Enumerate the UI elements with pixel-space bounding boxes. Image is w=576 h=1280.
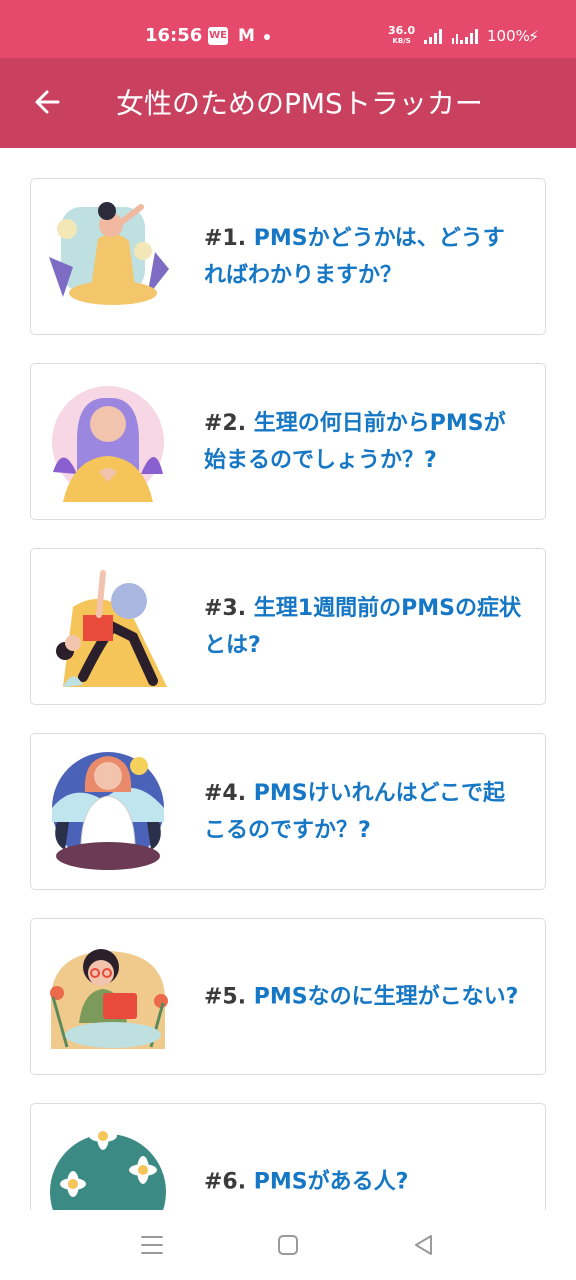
menu-icon[interactable] bbox=[137, 1232, 167, 1258]
article-title[interactable]: #1. PMSかどうかは、どうすればわかりますか？ bbox=[204, 220, 524, 294]
article-card[interactable]: #2. 生理の何日前からPMSが始まるのでしょうか？? bbox=[30, 363, 546, 520]
wifi-signal-icon bbox=[424, 28, 442, 44]
article-title[interactable]: #2. 生理の何日前からPMSが始まるのでしょうか？? bbox=[204, 405, 524, 479]
lotus-pose-woman-illustration bbox=[52, 752, 164, 870]
article-card[interactable]: #4. PMSけいれんはどこで起こるのですか？? bbox=[30, 733, 546, 890]
article-title-text[interactable]: PMSなのに生理がこない? bbox=[254, 984, 519, 1009]
status-time: 16:56 bbox=[145, 25, 203, 46]
article-card[interactable]: #5. PMSなのに生理がこない? bbox=[30, 918, 546, 1075]
notification-app-icon: WE bbox=[208, 27, 228, 45]
cellular-signal-icon bbox=[452, 28, 478, 44]
reading-woman-illustration bbox=[50, 949, 168, 1049]
article-title[interactable]: #4. PMSけいれんはどこで起こるのですか？? bbox=[204, 775, 524, 849]
meditating-woman-illustration bbox=[52, 386, 164, 502]
notification-m-icon: M bbox=[238, 26, 255, 46]
article-title[interactable]: #6. PMSがある人? bbox=[204, 1164, 524, 1201]
article-number: #1. bbox=[204, 225, 247, 251]
page-title: 女性のためのPMSトラッカー bbox=[116, 87, 483, 120]
charging-bolt-icon: ⚡ bbox=[528, 27, 540, 46]
article-title[interactable]: #3. 生理1週間前のPMSの症状とは? bbox=[204, 590, 524, 664]
article-list[interactable]: #1. PMSかどうかは、どうすればわかりますか？ #2. 生理の何日前からPM… bbox=[0, 148, 576, 1210]
article-card[interactable]: #3. 生理1週間前のPMSの症状とは? bbox=[30, 548, 546, 705]
status-bar: 16:56 WE M 36.0 KB/S 100% ⚡ bbox=[0, 0, 576, 58]
app-bar: 女性のためのPMSトラッカー bbox=[0, 58, 576, 148]
article-title-text[interactable]: 生理1週間前のPMSの症状とは? bbox=[204, 596, 521, 658]
article-title-text[interactable]: 生理の何日前からPMSが始まるのでしょうか？? bbox=[204, 411, 506, 473]
article-number: #3. bbox=[204, 595, 247, 621]
article-card[interactable]: #1. PMSかどうかは、どうすればわかりますか？ bbox=[30, 178, 546, 335]
article-number: #6. bbox=[204, 1169, 247, 1195]
network-speed: 36.0 KB/S bbox=[388, 25, 415, 46]
article-title-text[interactable]: PMSかどうかは、どうすればわかりますか？ bbox=[204, 226, 505, 288]
back-triangle-icon[interactable] bbox=[409, 1232, 439, 1258]
back-arrow-icon[interactable] bbox=[30, 84, 66, 120]
home-icon[interactable] bbox=[273, 1232, 303, 1258]
network-speed-unit: KB/S bbox=[392, 37, 411, 45]
daisy-flowers-illustration bbox=[50, 1122, 166, 1210]
notification-dot-icon bbox=[264, 34, 270, 40]
yoga-woman-illustration bbox=[49, 202, 169, 305]
stretching-woman-illustration bbox=[56, 570, 167, 687]
article-number: #4. bbox=[204, 780, 247, 806]
system-navigation-bar bbox=[0, 1210, 576, 1280]
article-number: #2. bbox=[204, 410, 247, 436]
article-title-text[interactable]: PMSがある人? bbox=[254, 1170, 409, 1195]
article-title-text[interactable]: PMSけいれんはどこで起こるのですか？? bbox=[204, 781, 505, 843]
battery-level: 100% bbox=[487, 27, 530, 45]
article-card[interactable]: #6. PMSがある人? bbox=[30, 1103, 546, 1210]
article-number: #5. bbox=[204, 984, 247, 1009]
article-title[interactable]: #5. PMSなのに生理がこない? bbox=[204, 978, 524, 1015]
